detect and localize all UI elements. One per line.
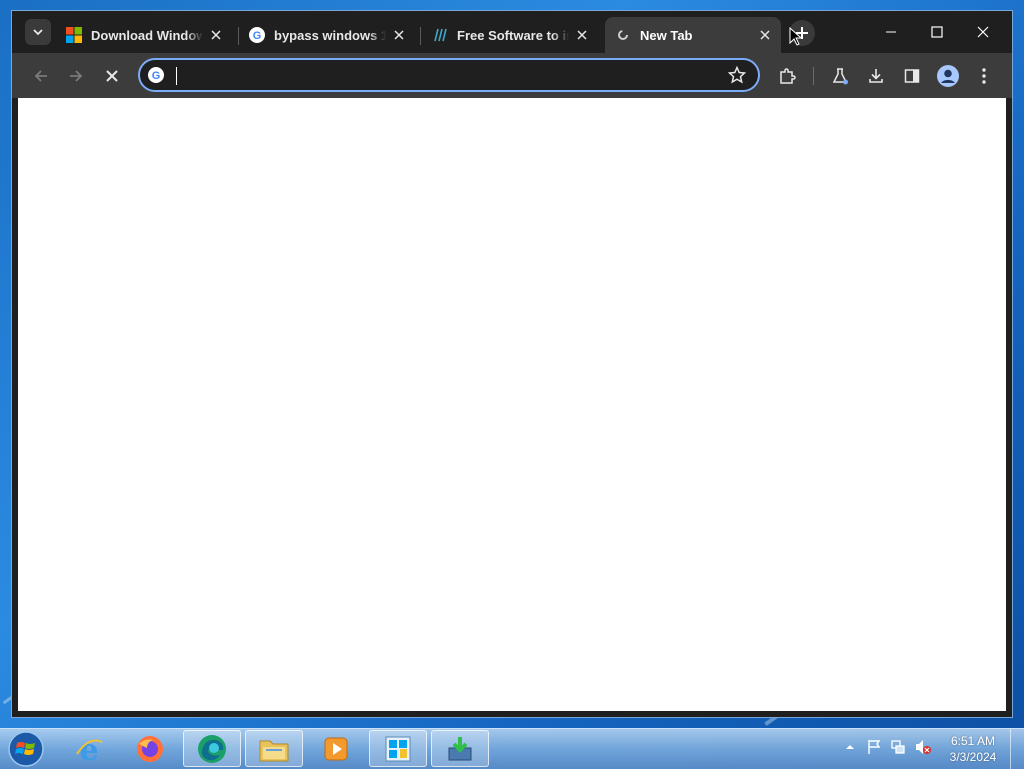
google-logo-icon: G [148, 67, 164, 83]
tab-bypass-windows[interactable]: G bypass windows 11 t [239, 17, 415, 53]
show-hidden-icons[interactable] [842, 739, 858, 755]
taskbar: e 6:51 AM 3/3/2024 [0, 728, 1024, 769]
taskbar-installer[interactable] [369, 730, 427, 767]
microsoft-logo-icon [66, 27, 82, 43]
flag-icon [868, 740, 881, 754]
show-desktop-button[interactable] [1010, 729, 1024, 769]
tab-strip: Download Windows G bypass windows 11 t F… [12, 11, 1012, 53]
taskbar-download-app[interactable] [431, 730, 489, 767]
tab-download-windows[interactable]: Download Windows [56, 17, 232, 53]
svg-text:G: G [152, 70, 161, 82]
edge-icon [198, 734, 226, 763]
maximize-icon [931, 26, 943, 38]
tab-separator [420, 27, 421, 45]
profile-button[interactable] [936, 64, 960, 88]
close-icon[interactable] [391, 27, 407, 43]
close-icon [977, 26, 989, 38]
close-icon [106, 70, 118, 82]
svg-text:e: e [79, 734, 98, 764]
maximize-button[interactable] [914, 19, 960, 45]
download-icon [869, 69, 883, 83]
side-panel-icon [904, 69, 920, 83]
tab-title: New Tab [640, 27, 693, 43]
arrow-left-icon [34, 70, 47, 82]
mouse-cursor-icon [789, 27, 803, 46]
start-button[interactable] [6, 730, 46, 768]
kebab-menu-icon [982, 68, 986, 84]
browser-window: Download Windows G bypass windows 11 t F… [11, 10, 1013, 718]
address-bar[interactable]: G [138, 58, 760, 92]
address-input[interactable] [174, 64, 718, 88]
side-panel-button[interactable] [900, 64, 924, 88]
close-window-button[interactable] [960, 19, 1006, 45]
extensions-button[interactable] [775, 64, 799, 88]
text-caret [176, 67, 177, 85]
clock-date: 3/3/2024 [949, 750, 997, 764]
chevron-down-icon [33, 29, 43, 36]
folder-icon [259, 740, 289, 761]
minimize-button[interactable] [868, 19, 914, 45]
stop-loading-button[interactable] [100, 64, 124, 88]
media-player-icon [324, 737, 348, 760]
tab-new-tab[interactable]: New Tab [605, 17, 781, 53]
tab-title: Free Software to inst [457, 27, 569, 43]
loading-icon [615, 27, 631, 43]
minimize-icon [886, 31, 896, 33]
arrow-right-icon [70, 70, 83, 82]
avatar-icon [937, 65, 959, 87]
labs-button[interactable] [828, 64, 852, 88]
internet-explorer-icon: e [76, 734, 103, 764]
page-content[interactable] [18, 98, 1006, 711]
back-button[interactable] [29, 64, 53, 88]
menu-button[interactable] [972, 64, 996, 88]
flask-icon [832, 68, 848, 85]
forward-button[interactable] [64, 64, 88, 88]
network-status[interactable] [890, 739, 906, 755]
toolbar-separator [813, 67, 814, 85]
taskbar-internet-explorer[interactable]: e [60, 730, 118, 767]
svg-text:G: G [253, 30, 262, 42]
volume-muted-icon [916, 740, 931, 754]
site-logo-icon [432, 27, 448, 43]
close-icon[interactable] [208, 27, 224, 43]
browser-toolbar: G [12, 53, 1012, 98]
chevron-up-icon [846, 745, 854, 749]
google-logo-icon: G [249, 27, 265, 43]
download-app-icon [448, 736, 472, 760]
taskbar-file-explorer[interactable] [245, 730, 303, 767]
action-center-flag[interactable] [866, 739, 882, 755]
downloads-button[interactable] [864, 64, 888, 88]
clock-time: 6:51 AM [950, 734, 996, 748]
tab-title: bypass windows 11 t [274, 27, 386, 43]
taskbar-media-player[interactable] [307, 730, 365, 767]
volume-control[interactable] [915, 739, 931, 755]
close-icon[interactable] [574, 27, 590, 43]
tab-search-button[interactable] [25, 19, 51, 45]
close-icon[interactable] [757, 27, 773, 43]
system-clock[interactable]: 6:51 AM 3/3/2024 [944, 733, 1002, 765]
firefox-icon [137, 735, 163, 762]
network-icon [891, 740, 905, 754]
bookmark-star-icon[interactable] [728, 66, 746, 84]
taskbar-edge[interactable] [183, 730, 241, 767]
installer-icon [385, 736, 411, 761]
tab-free-software[interactable]: Free Software to inst [422, 17, 598, 53]
tab-title: Download Windows [91, 27, 203, 43]
windows-orb-icon [8, 731, 44, 767]
taskbar-firefox[interactable] [121, 730, 179, 767]
puzzle-icon [780, 68, 796, 84]
